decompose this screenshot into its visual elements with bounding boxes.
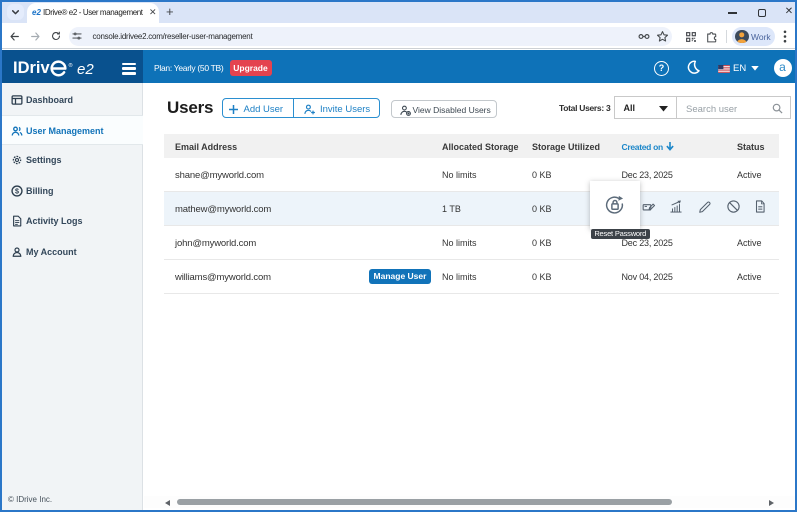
svg-text:$: $ (15, 187, 19, 195)
